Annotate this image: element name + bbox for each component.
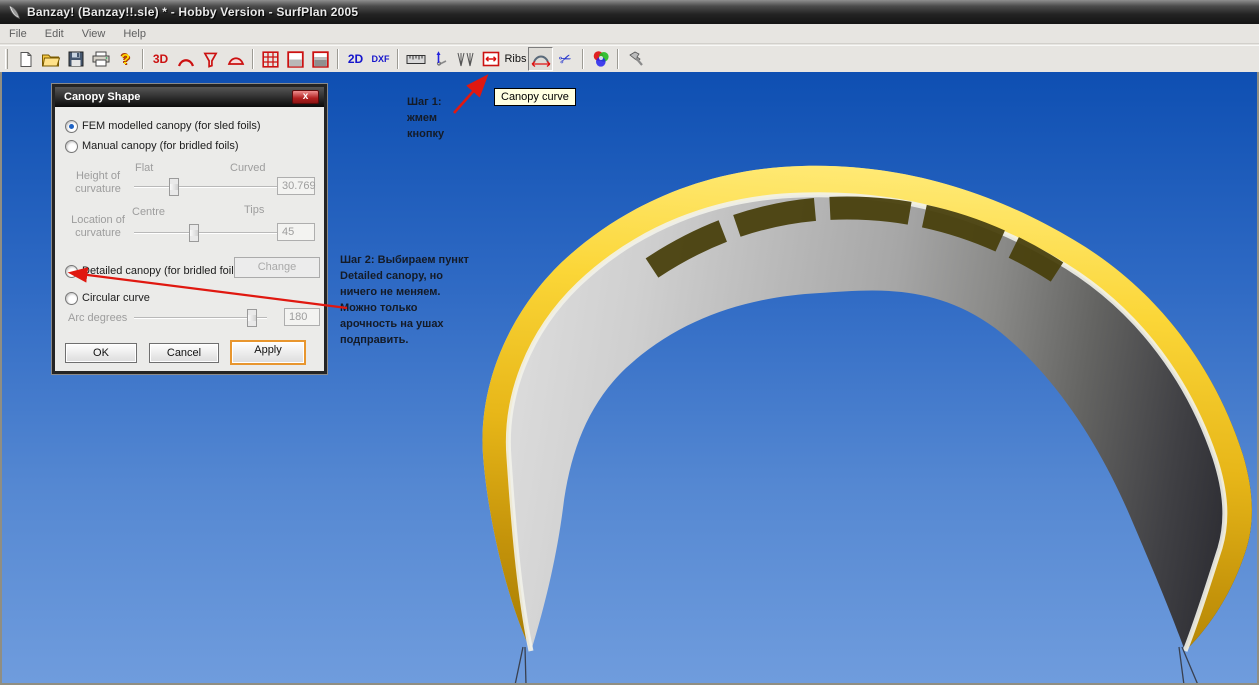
print-icon[interactable] bbox=[88, 47, 113, 71]
canopy-curve-button[interactable] bbox=[528, 47, 553, 71]
toolbar-separator bbox=[252, 49, 254, 69]
colors-icon[interactable] bbox=[588, 47, 613, 71]
fem-canopy-label: FEM modelled canopy (for sled foils) bbox=[82, 120, 261, 133]
height-slider-thumb[interactable] bbox=[169, 178, 179, 196]
location-of-curvature-label: Location of curvature bbox=[65, 214, 131, 240]
panel-shaded-view-icon[interactable] bbox=[308, 47, 333, 71]
flat-label: Flat bbox=[135, 162, 153, 175]
help-icon[interactable]: ? bbox=[113, 47, 138, 71]
manual-canopy-label: Manual canopy (for bridled foils) bbox=[82, 140, 239, 153]
view-2d-button[interactable]: 2D bbox=[343, 47, 368, 71]
detailed-canopy-radio[interactable] bbox=[65, 265, 78, 278]
centre-label: Centre bbox=[132, 206, 165, 219]
dialog-title-bar: Canopy Shape x bbox=[55, 87, 324, 107]
view-3d-button[interactable]: 3D bbox=[148, 47, 173, 71]
dialog-body: FEM modelled canopy (for sled foils) Man… bbox=[55, 107, 324, 371]
circular-curve-radio[interactable] bbox=[65, 292, 78, 305]
ok-button[interactable]: OK bbox=[65, 343, 137, 363]
menu-help[interactable]: Help bbox=[114, 26, 155, 42]
arch-view-icon[interactable] bbox=[173, 47, 198, 71]
app-window: Banzay! (Banzay!!.sle) * - Hobby Version… bbox=[0, 0, 1259, 685]
grid-view-icon[interactable] bbox=[258, 47, 283, 71]
new-document-icon[interactable] bbox=[13, 47, 38, 71]
height-slider[interactable] bbox=[134, 178, 277, 196]
3d-viewport[interactable]: Шаг 1: жмем кнопку Шаг 2: Выбираем пункт… bbox=[0, 72, 1259, 685]
tips-label: Tips bbox=[244, 204, 264, 217]
bridle-lines-icon[interactable] bbox=[453, 47, 478, 71]
span-width-icon[interactable] bbox=[478, 47, 503, 71]
annotation-step2: Шаг 2: Выбираем пункт Detailed canopy, н… bbox=[340, 252, 469, 348]
menu-edit[interactable]: Edit bbox=[36, 26, 73, 42]
ribs-button[interactable]: Ribs bbox=[503, 47, 528, 71]
funnel-view-icon[interactable] bbox=[198, 47, 223, 71]
cut-panels-icon[interactable]: ✂ bbox=[553, 47, 578, 71]
arc-degrees-slider[interactable] bbox=[134, 309, 267, 327]
toolbar-separator bbox=[142, 49, 144, 69]
app-logo-icon bbox=[6, 4, 22, 20]
curved-label: Curved bbox=[230, 162, 265, 175]
change-button[interactable]: Change bbox=[234, 257, 320, 278]
dome-view-icon[interactable] bbox=[223, 47, 248, 71]
arc-degrees-field[interactable]: 180 bbox=[284, 308, 320, 326]
canopy-curve-tooltip: Canopy curve bbox=[494, 88, 576, 106]
toolbar-separator bbox=[337, 49, 339, 69]
title-bar: Banzay! (Banzay!!.sle) * - Hobby Version… bbox=[0, 0, 1259, 24]
circular-curve-label: Circular curve bbox=[82, 292, 150, 305]
toolbar: ? 3D 2DDXF Ribs ✂ bbox=[0, 45, 1259, 72]
rotate-axis-icon[interactable] bbox=[428, 47, 453, 71]
location-slider-thumb[interactable] bbox=[189, 224, 199, 242]
apply-button[interactable]: Apply bbox=[230, 340, 306, 365]
dialog-close-button[interactable]: x bbox=[292, 90, 319, 104]
location-slider-track bbox=[134, 232, 277, 234]
location-value-field[interactable]: 45 bbox=[277, 223, 315, 241]
menubar: FileEditViewHelp bbox=[0, 24, 1259, 44]
toolbar-separator bbox=[617, 49, 619, 69]
dialog-title: Canopy Shape bbox=[64, 91, 140, 103]
toolbar-separator bbox=[582, 49, 584, 69]
height-of-curvature-label: Height of curvature bbox=[65, 170, 131, 196]
arc-degrees-slider-thumb[interactable] bbox=[247, 309, 257, 327]
arc-degrees-label: Arc degrees bbox=[68, 312, 127, 325]
annotation-step1: Шаг 1: жмем кнопку bbox=[407, 94, 444, 142]
dxf-export-button[interactable]: DXF bbox=[368, 47, 393, 71]
toolbar-grip[interactable] bbox=[5, 49, 8, 69]
measure-icon[interactable] bbox=[403, 47, 428, 71]
cancel-button[interactable]: Cancel bbox=[149, 343, 219, 363]
tools-icon[interactable] bbox=[623, 47, 648, 71]
panel-fill-view-icon[interactable] bbox=[283, 47, 308, 71]
location-slider[interactable] bbox=[134, 224, 277, 242]
height-value-field[interactable]: 30.769 bbox=[277, 177, 315, 195]
fem-canopy-radio[interactable] bbox=[65, 120, 78, 133]
window-title: Banzay! (Banzay!!.sle) * - Hobby Version… bbox=[27, 5, 358, 19]
canopy-shape-dialog: Canopy Shape x FEM modelled canopy (for … bbox=[52, 84, 327, 374]
detailed-canopy-label: Detailed canopy (for bridled foils) bbox=[82, 265, 243, 278]
open-file-icon[interactable] bbox=[38, 47, 63, 71]
menu-file[interactable]: File bbox=[0, 26, 36, 42]
height-slider-track bbox=[134, 186, 277, 188]
toolbar-separator bbox=[397, 49, 399, 69]
bridle-lines bbox=[515, 647, 1198, 683]
menu-view[interactable]: View bbox=[73, 26, 115, 42]
save-icon[interactable] bbox=[63, 47, 88, 71]
manual-canopy-radio[interactable] bbox=[65, 140, 78, 153]
